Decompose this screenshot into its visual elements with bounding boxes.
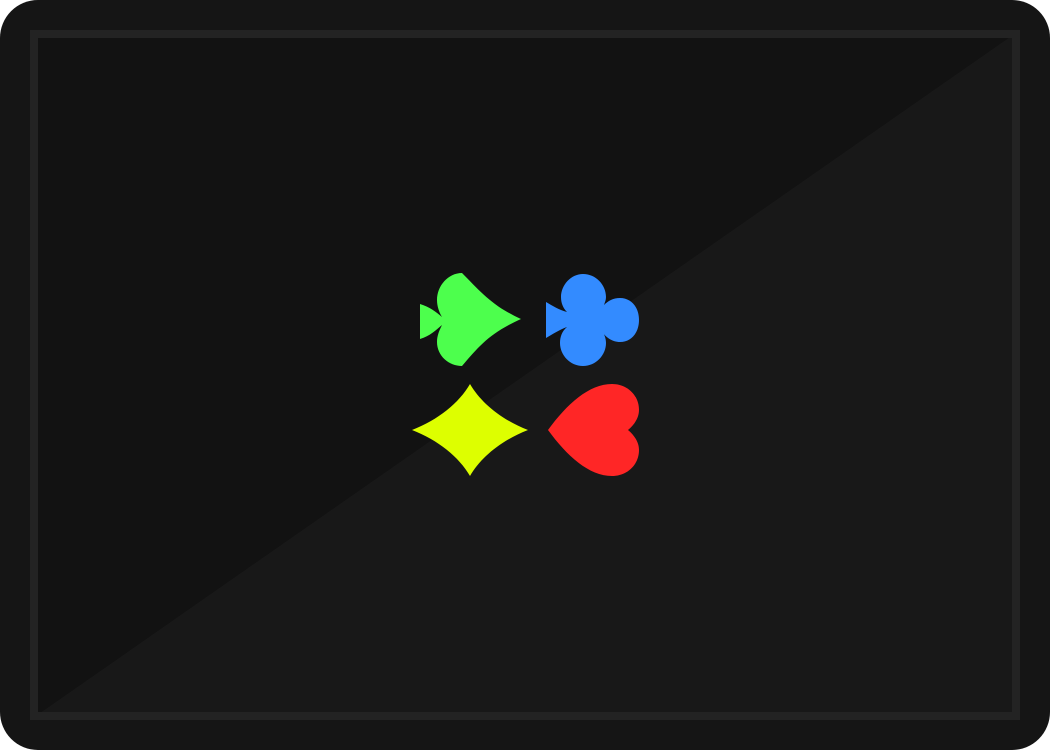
card-back xyxy=(0,0,1050,750)
card-back-artwork xyxy=(30,30,1020,720)
